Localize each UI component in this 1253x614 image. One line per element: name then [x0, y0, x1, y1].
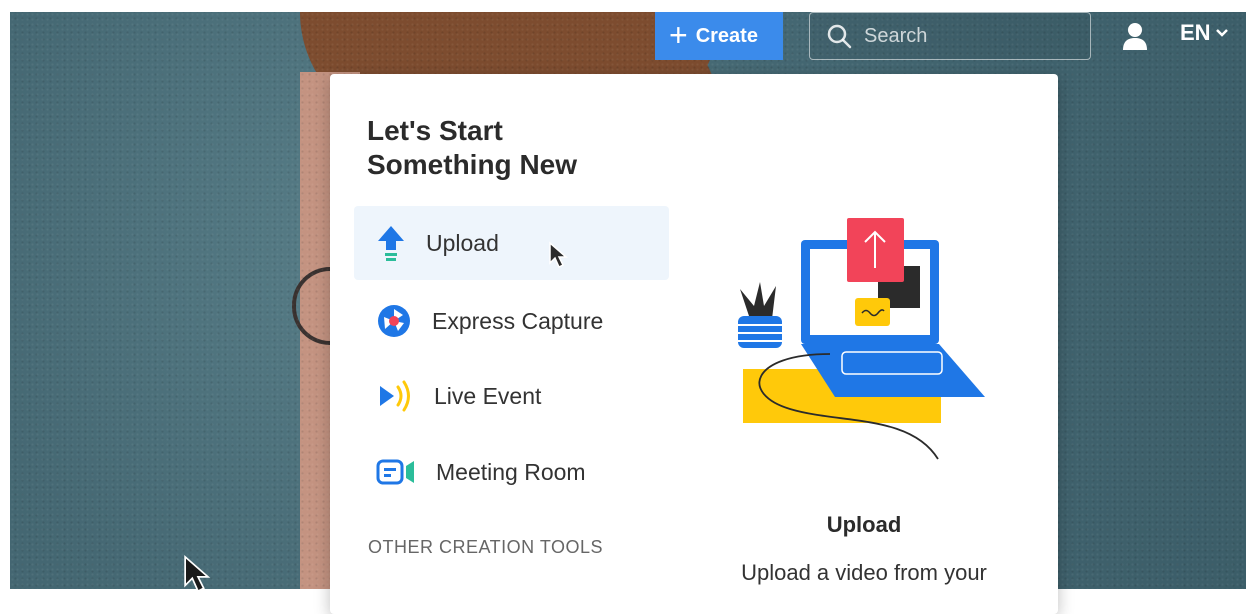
- chevron-down-icon: [1215, 29, 1228, 37]
- meeting-room-icon: [376, 459, 414, 485]
- mouse-cursor-icon: [184, 554, 211, 593]
- upload-illustration: [738, 218, 985, 460]
- section-label: OTHER CREATION TOOLS: [368, 537, 604, 557]
- detail-title: Upload: [826, 512, 902, 537]
- plus-icon: +: [669, 16, 688, 53]
- create-button[interactable]: + Create: [655, 12, 783, 60]
- menu-item-express-capture[interactable]: Express Capture: [354, 284, 669, 358]
- user-icon[interactable]: [1122, 22, 1148, 50]
- mouse-cursor-icon: [549, 241, 568, 269]
- detail-description: Upload a video from your: [741, 560, 987, 585]
- language-selector[interactable]: EN: [1180, 20, 1229, 46]
- menu-item-label: Meeting Room: [436, 458, 586, 485]
- person-glasses: [292, 267, 330, 345]
- live-event-icon: [380, 380, 410, 412]
- search-icon: [827, 24, 852, 49]
- menu-item-upload[interactable]: Upload: [354, 206, 669, 280]
- create-button-label: Create: [695, 24, 758, 47]
- create-dropdown-panel: Let's Start Something New Upload Express…: [330, 74, 1058, 614]
- language-label: EN: [1180, 20, 1211, 45]
- search-box[interactable]: [809, 12, 1091, 60]
- menu-item-label: Live Event: [434, 382, 542, 409]
- search-input[interactable]: [862, 23, 1066, 49]
- menu-item-label: Upload: [426, 229, 499, 256]
- panel-title: Let's Start Something New: [367, 115, 578, 180]
- express-capture-icon: [378, 305, 410, 337]
- menu-item-live-event[interactable]: Live Event: [354, 359, 669, 433]
- upload-arrow-icon: [378, 226, 404, 261]
- menu-item-meeting-room[interactable]: Meeting Room: [354, 435, 669, 509]
- menu-item-label: Express Capture: [432, 307, 604, 334]
